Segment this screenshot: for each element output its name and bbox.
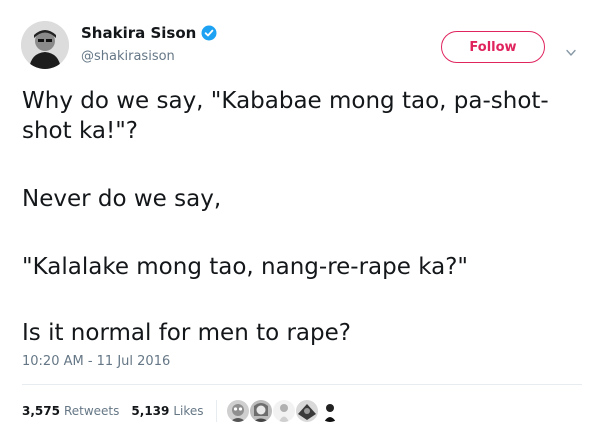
retweets-count: 3,575 [22,404,60,418]
author-handle[interactable]: @shakirasison [81,49,175,64]
tweet-paragraph: "Kalalake mong tao, nang-re-rape ka?" [22,254,469,280]
liker-avatar[interactable] [294,399,319,423]
retweets-label: Retweets [63,404,120,418]
likes-label: Likes [173,404,204,418]
tweet-stats: 3,575 Retweets 5,139 Likes [22,399,342,423]
likes-stat[interactable]: 5,139 Likes [131,404,203,418]
tweet-paragraph: Is it normal for men to rape? [22,320,351,346]
liker-avatar[interactable] [271,399,296,423]
avatar[interactable] [21,21,69,69]
chevron-down-icon[interactable] [566,42,576,56]
liker-avatar[interactable] [317,399,342,423]
author-display-name[interactable]: Shakira Sison [81,24,196,42]
liker-avatar[interactable] [248,399,273,423]
likes-count: 5,139 [131,404,170,418]
verified-badge-icon [201,25,217,41]
follow-button[interactable]: Follow [441,31,545,63]
divider [22,384,582,385]
tweet-timestamp[interactable]: 10:20 AM - 11 Jul 2016 [22,354,170,369]
tweet-paragraph: Why do we say, "Kababae mong tao, pa-sho… [22,88,549,144]
author-name-row: Shakira Sison [81,24,217,42]
tweet-paragraph: Never do we say, [22,186,222,212]
liker-avatar[interactable] [225,399,250,423]
retweets-stat[interactable]: 3,575 Retweets [22,404,119,418]
stats-divider [215,400,217,422]
